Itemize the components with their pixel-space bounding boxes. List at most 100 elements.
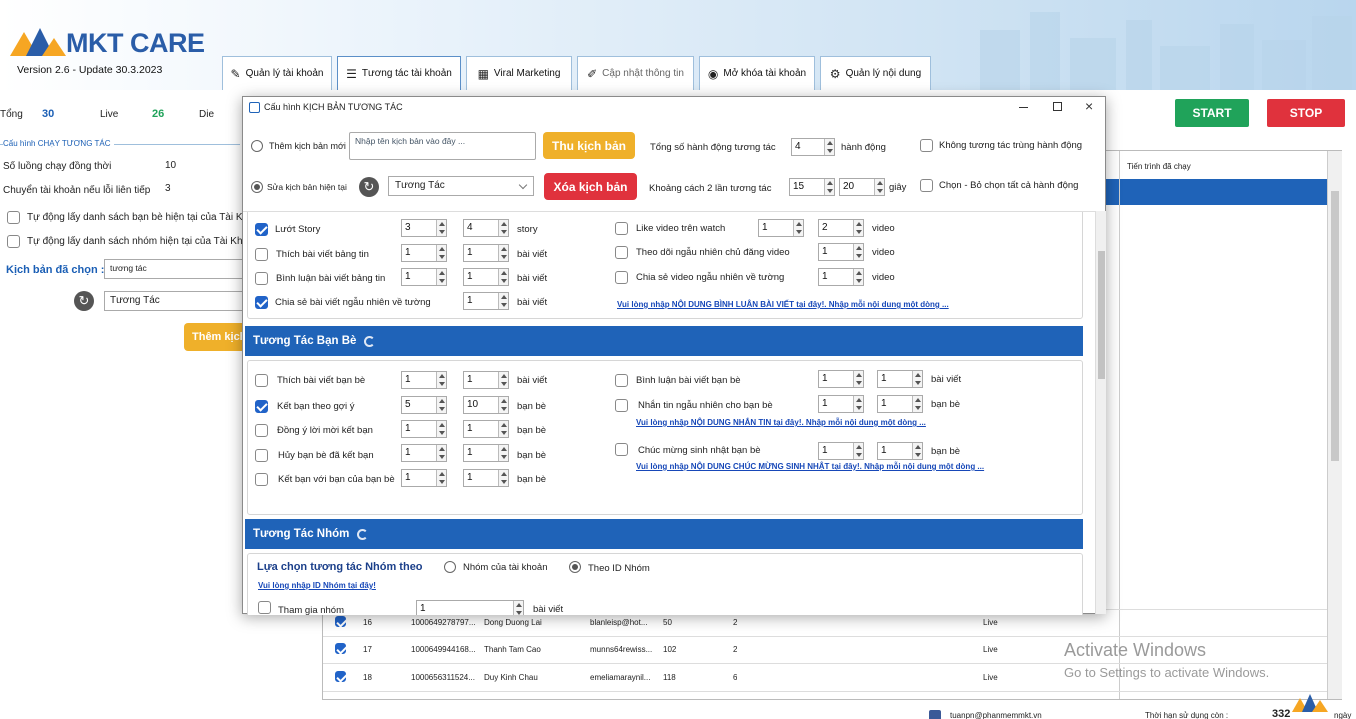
auto-groups-checkbox[interactable] [7, 235, 20, 248]
friend-action-checkbox[interactable] [255, 449, 268, 462]
friend-max-stepper[interactable]: 1 [463, 444, 509, 462]
script-select[interactable]: Tương Tác [104, 291, 244, 311]
action-min-stepper[interactable]: 3 [401, 219, 447, 237]
stepper-arrows[interactable] [436, 220, 446, 236]
friend-min-stepper[interactable]: 1 [401, 469, 447, 487]
friend-max-stepper[interactable]: 1 [463, 371, 509, 389]
action-max-stepper[interactable]: 1 [463, 268, 509, 286]
tab-content-management[interactable]: ⚙ Quản lý nội dung [820, 56, 931, 90]
stepper-arrows[interactable] [853, 244, 863, 260]
action-checkbox[interactable] [255, 296, 268, 309]
stepper-arrows[interactable] [436, 421, 446, 437]
stepper-arrows[interactable] [853, 269, 863, 285]
message-content-link[interactable]: Vui lòng nhập NỘI DUNG NHẮN TIN tại đây!… [636, 418, 926, 427]
refresh-icon[interactable]: ↻ [359, 177, 379, 197]
video-action-checkbox[interactable] [615, 271, 628, 284]
stepper-arrows[interactable] [874, 179, 884, 195]
join-group-checkbox[interactable] [258, 601, 271, 614]
video-action-checkbox[interactable] [615, 222, 628, 235]
stepper-arrows[interactable] [436, 372, 446, 388]
stepper-arrows[interactable] [436, 397, 446, 413]
add-script-button[interactable]: Thêm kịch bản [184, 323, 246, 351]
add-new-radio[interactable] [251, 140, 263, 152]
gap-max-stepper[interactable]: 20 [839, 178, 885, 196]
switch-value[interactable]: 3 [165, 183, 171, 194]
friend-right-max-stepper[interactable]: 1 [877, 395, 923, 413]
stepper-arrows[interactable] [436, 269, 446, 285]
stepper-arrows[interactable] [498, 397, 508, 413]
friend-right-min-stepper[interactable]: 1 [818, 395, 864, 413]
friend-right-min-stepper[interactable]: 1 [818, 442, 864, 460]
tab-viral-marketing[interactable]: ▦ Viral Marketing [466, 56, 572, 90]
stepper-arrows[interactable] [853, 371, 863, 387]
video-max-stepper[interactable]: 1 [818, 268, 864, 286]
threads-value[interactable]: 10 [165, 160, 176, 171]
tab-update-info[interactable]: ✐ Cập nhật thông tin [577, 56, 694, 90]
action-min-stepper[interactable]: 1 [401, 244, 447, 262]
stepper-arrows[interactable] [824, 179, 834, 195]
minimize-icon[interactable] [1019, 107, 1028, 108]
stepper-arrows[interactable] [498, 445, 508, 461]
video-min-stepper[interactable]: 1 [758, 219, 804, 237]
group-id-radio[interactable] [569, 561, 581, 573]
tab-account-interaction[interactable]: ☰ Tương tác tài khoản [337, 56, 461, 90]
stop-button[interactable]: STOP [1267, 99, 1345, 127]
stepper-arrows[interactable] [912, 396, 922, 412]
friend-min-stepper[interactable]: 1 [401, 420, 447, 438]
friend-right-checkbox[interactable] [615, 443, 628, 456]
chosen-script-input[interactable]: tương tác [104, 259, 244, 279]
stepper-arrows[interactable] [498, 372, 508, 388]
select-all-checkbox[interactable] [920, 179, 933, 192]
action-max-stepper[interactable]: 1 [463, 292, 509, 310]
row-checkbox[interactable] [335, 616, 346, 627]
join-group-stepper[interactable]: 1 [416, 600, 524, 615]
action-max-stepper[interactable]: 4 [463, 219, 509, 237]
birthday-content-link[interactable]: Vui lòng nhập NỘI DUNG CHÚC MỪNG SINH NH… [636, 462, 984, 471]
action-checkbox[interactable] [255, 248, 268, 261]
friend-right-checkbox[interactable] [615, 399, 628, 412]
group-id-link[interactable]: Vui lòng nhập ID Nhóm tại đây! [258, 581, 376, 590]
start-button[interactable]: START [1175, 99, 1249, 127]
friend-right-max-stepper[interactable]: 1 [877, 370, 923, 388]
stepper-arrows[interactable] [912, 371, 922, 387]
current-script-select[interactable]: Tương Tác [388, 176, 534, 196]
stepper-arrows[interactable] [498, 421, 508, 437]
refresh-icon[interactable]: ↻ [74, 291, 94, 311]
stepper-arrows[interactable] [853, 396, 863, 412]
facebook-icon[interactable] [929, 710, 941, 719]
gap-min-stepper[interactable]: 15 [789, 178, 835, 196]
action-checkbox[interactable] [255, 272, 268, 285]
stepper-arrows[interactable] [513, 601, 523, 615]
dialog-scrollbar[interactable] [1095, 211, 1106, 614]
grid-scrollbar[interactable] [1327, 151, 1342, 699]
maximize-icon[interactable] [1053, 102, 1062, 111]
stepper-arrows[interactable] [853, 220, 863, 236]
video-max-stepper[interactable]: 2 [818, 219, 864, 237]
row-checkbox[interactable] [335, 643, 346, 654]
stepper-arrows[interactable] [498, 245, 508, 261]
stepper-arrows[interactable] [436, 245, 446, 261]
delete-script-button[interactable]: Xóa kịch bản [544, 173, 637, 200]
friend-action-checkbox[interactable] [255, 400, 268, 413]
stepper-arrows[interactable] [912, 443, 922, 459]
friend-min-stepper[interactable]: 1 [401, 371, 447, 389]
close-icon[interactable]: × [1085, 98, 1093, 114]
video-max-stepper[interactable]: 1 [818, 243, 864, 261]
friend-action-checkbox[interactable] [255, 424, 268, 437]
friend-right-min-stepper[interactable]: 1 [818, 370, 864, 388]
action-min-stepper[interactable]: 1 [401, 268, 447, 286]
stepper-arrows[interactable] [436, 445, 446, 461]
friend-min-stepper[interactable]: 5 [401, 396, 447, 414]
stepper-arrows[interactable] [498, 470, 508, 486]
stepper-arrows[interactable] [498, 220, 508, 236]
friend-action-checkbox[interactable] [255, 374, 268, 387]
friend-right-max-stepper[interactable]: 1 [877, 442, 923, 460]
friend-max-stepper[interactable]: 10 [463, 396, 509, 414]
comment-content-link[interactable]: Vui lòng nhập NỘI DUNG BÌNH LUẬN BÀI VIẾ… [617, 300, 949, 309]
auto-friends-checkbox[interactable] [7, 211, 20, 224]
tab-account-management[interactable]: ✎ Quản lý tài khoản [222, 56, 332, 90]
tab-unlock-account[interactable]: ◉ Mở khóa tài khoản [699, 56, 815, 90]
video-action-checkbox[interactable] [615, 246, 628, 259]
script-name-input[interactable]: Nhập tên kịch bản vào đây ... [349, 132, 536, 160]
row-checkbox[interactable] [335, 671, 346, 682]
